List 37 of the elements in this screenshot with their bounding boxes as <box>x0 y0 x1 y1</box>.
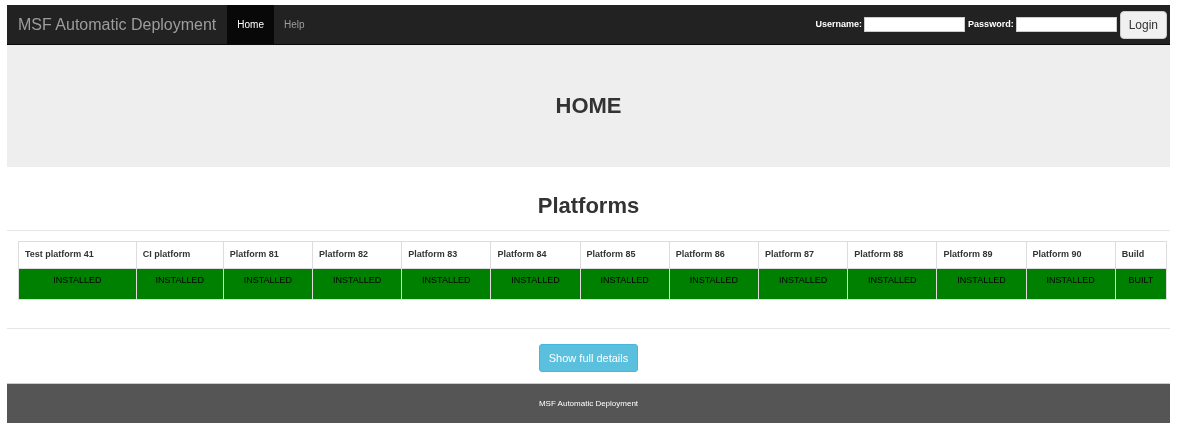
status-cell: INSTALLED <box>401 268 491 299</box>
section-title: Platforms <box>536 192 641 220</box>
password-label: Password: <box>968 17 1014 31</box>
column-header: Platform 85 <box>580 241 670 268</box>
nav-link[interactable]: Help <box>274 4 315 45</box>
status-cell: INSTALLED <box>136 268 224 299</box>
status-cell: INSTALLED <box>580 268 670 299</box>
brand-title[interactable]: MSF Automatic Deployment <box>7 12 228 37</box>
column-header: Test platform 41 <box>18 241 137 268</box>
status-cell: INSTALLED <box>758 268 848 299</box>
nav-link[interactable]: Home <box>227 4 274 45</box>
login-button[interactable]: Login <box>1119 10 1167 39</box>
column-header: Platform 83 <box>401 241 491 268</box>
page-heading: HOME <box>555 92 622 120</box>
status-cell: INSTALLED <box>936 268 1027 299</box>
column-header: CI platform <box>136 241 224 268</box>
password-field[interactable] <box>1015 17 1117 32</box>
status-cell: BUILT <box>1115 268 1167 299</box>
username-field[interactable] <box>864 17 966 32</box>
status-cell: INSTALLED <box>18 268 137 299</box>
column-header: Build <box>1115 241 1167 268</box>
column-header: Platform 84 <box>490 241 581 268</box>
status-cell: INSTALLED <box>847 268 937 299</box>
column-header: Platform 87 <box>758 241 848 268</box>
status-cell: INSTALLED <box>312 268 402 299</box>
footer-text: MSF Automatic Deployment <box>538 397 639 410</box>
username-label: Username: <box>815 17 863 31</box>
status-cell: INSTALLED <box>490 268 581 299</box>
column-header: Platform 90 <box>1026 241 1116 268</box>
status-cell: INSTALLED <box>669 268 759 299</box>
status-cell: INSTALLED <box>1026 268 1116 299</box>
status-cell: INSTALLED <box>223 268 313 299</box>
column-header: Platform 81 <box>223 241 313 268</box>
column-header: Platform 82 <box>312 241 402 268</box>
column-header: Platform 89 <box>936 241 1027 268</box>
column-header: Platform 86 <box>669 241 759 268</box>
column-header: Platform 88 <box>847 241 937 268</box>
